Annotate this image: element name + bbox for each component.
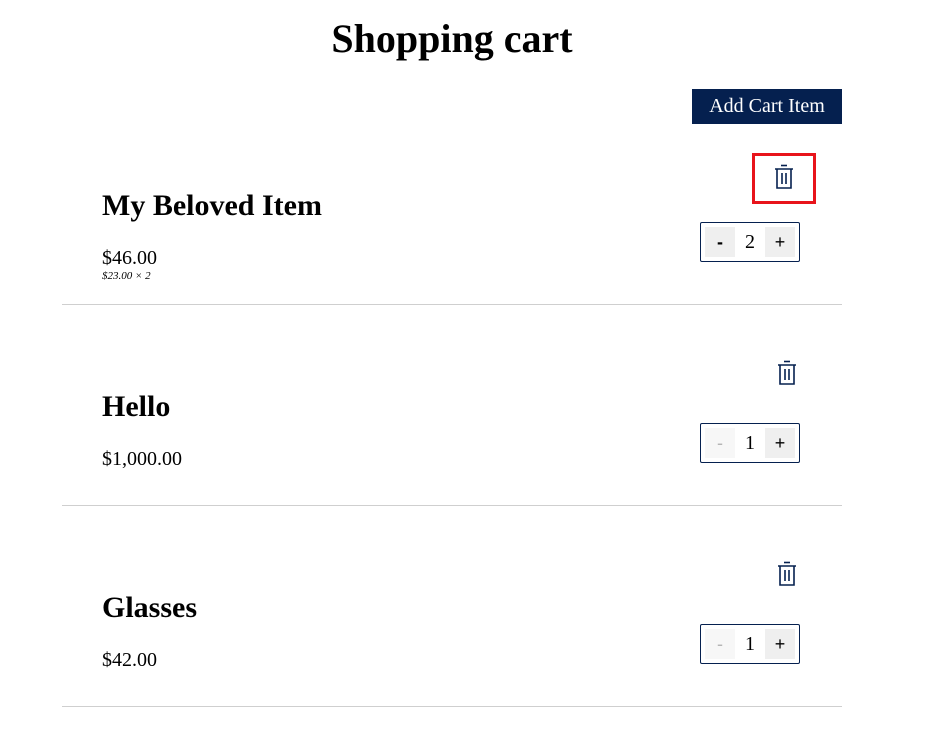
quantity-value: 1 (745, 633, 755, 655)
decrease-quantity-button[interactable]: - (705, 227, 735, 257)
cart-item: Hello $1,000.00 - 1 + (62, 325, 842, 506)
item-price-breakdown: $23.00 × 2 (102, 270, 151, 282)
delete-item-button[interactable] (774, 561, 800, 590)
trash-icon (777, 561, 797, 590)
cart-item: Glasses $42.00 - 1 + (62, 526, 842, 707)
trash-icon (774, 164, 794, 193)
cart-list: My Beloved Item $46.00 $23.00 × 2 - 2 + … (62, 124, 842, 707)
decrease-quantity-button[interactable]: - (705, 629, 735, 659)
increase-quantity-button[interactable]: + (765, 227, 795, 257)
item-name: Glasses (102, 591, 198, 624)
add-cart-item-button[interactable]: Add Cart Item (692, 89, 842, 124)
item-total-price: $1,000.00 (102, 448, 182, 470)
quantity-stepper: - 1 + (700, 624, 800, 664)
increase-quantity-button[interactable]: + (765, 428, 795, 458)
item-name: My Beloved Item (102, 189, 322, 222)
cart-item: My Beloved Item $46.00 $23.00 × 2 - 2 + (62, 124, 842, 305)
decrease-quantity-button[interactable]: - (705, 428, 735, 458)
delete-item-button[interactable] (774, 360, 800, 389)
quantity-value: 2 (745, 231, 755, 253)
quantity-stepper: - 2 + (700, 222, 800, 262)
trash-icon (777, 360, 797, 389)
delete-item-button[interactable] (752, 153, 816, 204)
increase-quantity-button[interactable]: + (765, 629, 795, 659)
quantity-value: 1 (745, 432, 755, 454)
item-total-price: $46.00 (102, 247, 157, 269)
item-name: Hello (102, 390, 171, 423)
item-total-price: $42.00 (102, 649, 157, 671)
page-title: Shopping cart (331, 16, 573, 61)
quantity-stepper: - 1 + (700, 423, 800, 463)
